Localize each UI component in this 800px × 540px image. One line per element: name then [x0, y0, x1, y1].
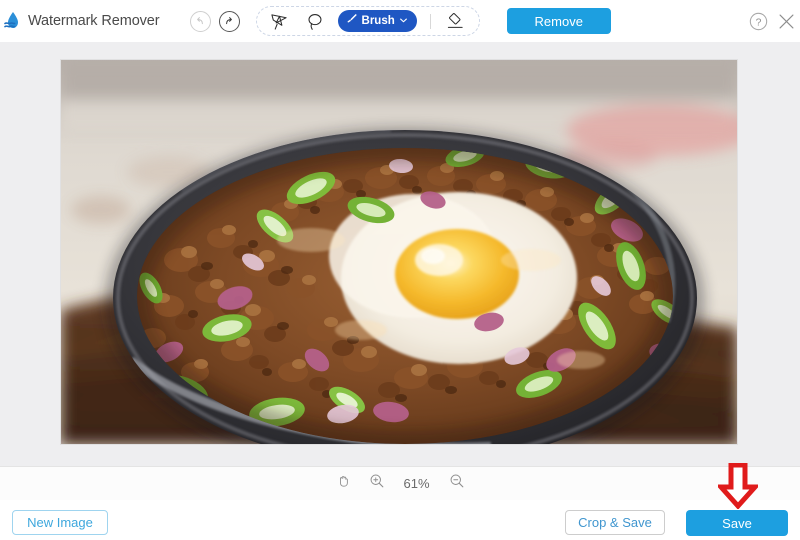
close-button[interactable] [778, 13, 794, 29]
undo-button[interactable] [189, 10, 211, 32]
save-button[interactable]: Save [686, 510, 788, 536]
hand-pan-icon [336, 473, 352, 494]
zoom-in-button[interactable] [368, 473, 386, 494]
water-drop-wave-icon [4, 10, 26, 32]
brand: Watermark Remover [0, 10, 160, 32]
app-title: Watermark Remover [28, 13, 160, 29]
history-controls [189, 10, 240, 32]
magnifier-plus-icon [369, 473, 385, 494]
editing-image[interactable] [61, 60, 737, 444]
header-right-controls: ? [749, 0, 794, 42]
lasso-loop-icon [304, 12, 325, 31]
new-image-button[interactable]: New Image [12, 510, 108, 535]
redo-button[interactable] [218, 10, 240, 32]
toolbar-divider [429, 13, 431, 29]
magnifier-minus-icon [449, 473, 465, 494]
crop-and-save-label: Crop & Save [578, 515, 652, 530]
free-lasso-tool[interactable] [302, 9, 328, 33]
new-image-label: New Image [27, 515, 93, 530]
help-button[interactable]: ? [749, 12, 768, 31]
paintbrush-icon [345, 12, 358, 30]
remove-button[interactable]: Remove [506, 8, 611, 34]
eraser-icon [445, 12, 466, 31]
eraser-tool[interactable] [443, 9, 469, 33]
app-header: Watermark Remover Brush Remove ? [0, 0, 800, 42]
undo-arrow-icon [194, 15, 206, 27]
selection-tool-group: Brush [255, 6, 480, 36]
svg-text:?: ? [756, 17, 762, 28]
hand-pan-tool[interactable] [335, 475, 353, 493]
crop-and-save-button[interactable]: Crop & Save [565, 510, 665, 535]
zoom-toolbar: 61% [0, 466, 800, 500]
editor-canvas-area[interactable] [0, 42, 800, 466]
zoom-out-button[interactable] [448, 473, 466, 494]
zoom-level-value: 61% [403, 476, 430, 491]
down-arrow-annotation-icon [718, 463, 758, 509]
redo-arrow-icon [223, 15, 235, 27]
brush-label: Brush [361, 15, 395, 27]
save-label: Save [722, 515, 752, 531]
chevron-down-icon [399, 12, 408, 30]
footer-bar: New Image Crop & Save Save [0, 500, 800, 540]
polygon-lasso-icon [269, 12, 290, 31]
polygon-lasso-tool[interactable] [267, 9, 293, 33]
remove-button-label: Remove [534, 13, 583, 29]
watermark-remover-window: Watermark Remover Brush Remove ? 61% New… [0, 0, 800, 540]
brush-tool-dropdown[interactable]: Brush [337, 10, 417, 32]
